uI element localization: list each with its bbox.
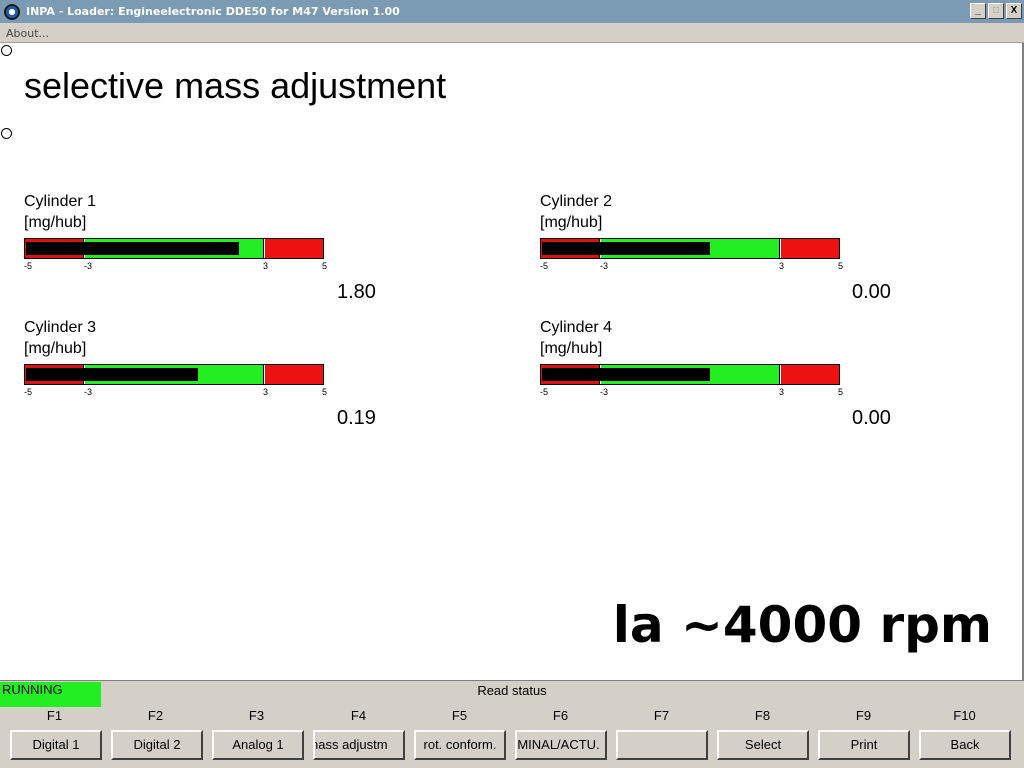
- tick-label: -5: [24, 387, 33, 397]
- tick-label: -5: [24, 261, 33, 271]
- gauge-high-zone: [265, 365, 323, 384]
- f8-select-button[interactable]: Select: [717, 730, 809, 760]
- gauge-value-bar: [26, 368, 198, 381]
- f4-mass-adjustment-button[interactable]: nass adjustm: [313, 730, 405, 760]
- fkey-label-f6: F6: [552, 708, 569, 723]
- maximize-button[interactable]: □: [988, 3, 1004, 19]
- tick-label: -3: [600, 261, 609, 271]
- menu-about[interactable]: About...: [6, 27, 49, 40]
- main-panel: selective mass adjustment Cylinder 1 [mg…: [0, 43, 1024, 680]
- tick-label: 3: [779, 387, 785, 397]
- gauge-value-bar: [26, 242, 239, 255]
- cylinder-name: Cylinder 3: [24, 319, 97, 336]
- gauge-value: 0.00: [852, 281, 891, 303]
- status-message: Read status: [477, 683, 547, 698]
- radio-indicator-1: [1, 45, 12, 56]
- tick-label: -5: [540, 261, 549, 271]
- rpm-note: la ~4000 rpm: [612, 596, 992, 654]
- gauge-value-bar: [542, 368, 710, 381]
- tick-label: 5: [838, 387, 844, 397]
- f3-analog-1-button[interactable]: Analog 1: [212, 730, 304, 760]
- menu-bar: About...: [0, 23, 1024, 43]
- close-button[interactable]: X: [1006, 3, 1022, 19]
- status-badge: RUNNING: [0, 682, 101, 707]
- fkey-label-f9: F9: [855, 708, 872, 723]
- cylinder-unit: [mg/hub]: [24, 214, 87, 231]
- gauge-bar-track: [540, 238, 840, 259]
- title-bar: INPA - Loader: Engineelectronic DDE50 fo…: [0, 0, 1024, 23]
- f9-print-button[interactable]: Print: [818, 730, 910, 760]
- tick-label: -3: [84, 261, 93, 271]
- gauge-value-bar: [542, 242, 710, 255]
- tick-label: 5: [322, 261, 328, 271]
- window-title: INPA - Loader: Engineelectronic DDE50 fo…: [26, 5, 400, 18]
- f1-digital-1-button[interactable]: Digital 1: [10, 730, 102, 760]
- gauge-value: 0.19: [337, 407, 376, 429]
- tick-label: 3: [263, 261, 269, 271]
- bmw-logo-icon: [4, 3, 20, 20]
- cylinder-name: Cylinder 1: [24, 193, 97, 210]
- minimize-button[interactable]: _: [970, 3, 986, 19]
- fkey-label-f7: F7: [653, 708, 670, 723]
- gauge-bar-track: [24, 238, 324, 259]
- tick-label: 3: [779, 261, 785, 271]
- cylinder-unit: [mg/hub]: [540, 214, 603, 231]
- cylinder-unit: [mg/hub]: [24, 340, 87, 357]
- fkey-label-f1: F1: [46, 708, 63, 723]
- gauge-bar-track: [24, 364, 324, 385]
- gauge-high-zone: [781, 365, 839, 384]
- tick-label: 5: [838, 261, 844, 271]
- fkey-label-f2: F2: [147, 708, 164, 723]
- gauge-value: 0.00: [852, 407, 891, 429]
- gauge-bar-track: [540, 364, 840, 385]
- fkey-label-f8: F8: [754, 708, 771, 723]
- f2-digital-2-button[interactable]: Digital 2: [111, 730, 203, 760]
- fkey-label-f3: F3: [248, 708, 265, 723]
- window-controls: _ □ X: [970, 3, 1022, 19]
- gauge-value: 1.80: [337, 281, 376, 303]
- fkey-label-f4: F4: [350, 708, 367, 723]
- f6-nominal-actual-button[interactable]: )MINAL/ACTU.: [515, 730, 607, 760]
- page-title: selective mass adjustment: [24, 65, 447, 106]
- gauge-high-zone: [781, 239, 839, 258]
- f10-back-button[interactable]: Back: [919, 730, 1011, 760]
- radio-indicator-2: [1, 128, 12, 139]
- f7-empty-button[interactable]: [616, 730, 708, 760]
- tick-label: 3: [263, 387, 269, 397]
- cylinder-name: Cylinder 4: [540, 319, 613, 336]
- function-key-bar: Read status RUNNING F1 F2 F3 F4 F5 F6 F7…: [0, 680, 1024, 768]
- tick-label: 5: [322, 387, 328, 397]
- cylinder-name: Cylinder 2: [540, 193, 613, 210]
- fkey-label-f5: F5: [451, 708, 468, 723]
- tick-label: -3: [84, 387, 93, 397]
- f5-rot-conform-button[interactable]: rot. conform.: [414, 730, 506, 760]
- gauge-high-zone: [265, 239, 323, 258]
- cylinder-unit: [mg/hub]: [540, 340, 603, 357]
- tick-label: -3: [600, 387, 609, 397]
- tick-label: -5: [540, 387, 549, 397]
- fkey-label-f10: F10: [953, 708, 976, 723]
